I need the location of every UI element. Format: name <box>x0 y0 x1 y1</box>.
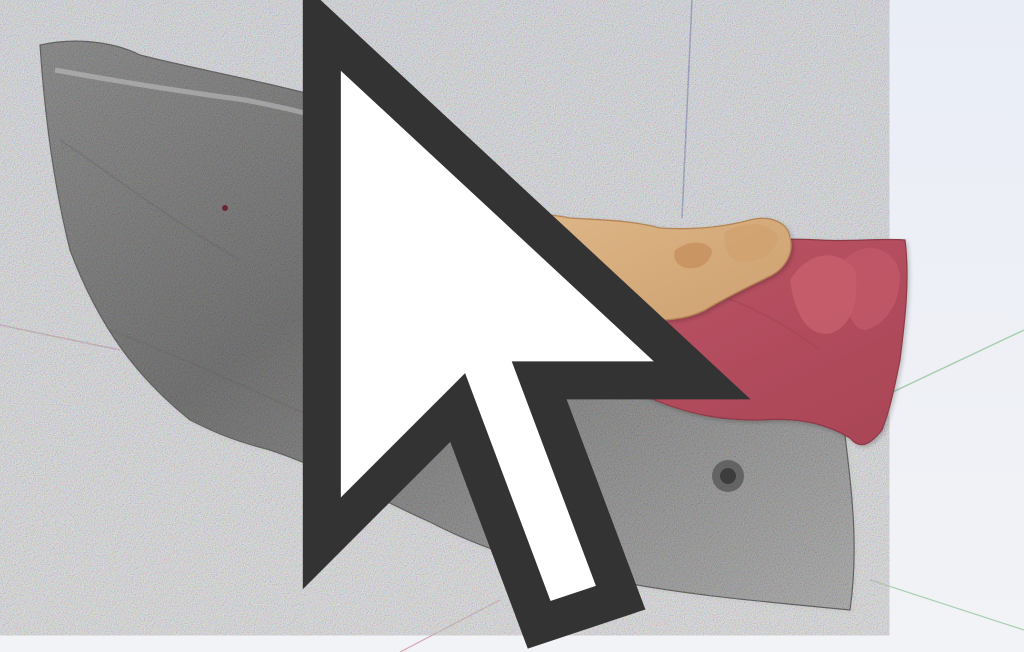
arrow-cursor-icon <box>302 0 751 649</box>
3d-viewport[interactable] <box>0 0 1024 652</box>
